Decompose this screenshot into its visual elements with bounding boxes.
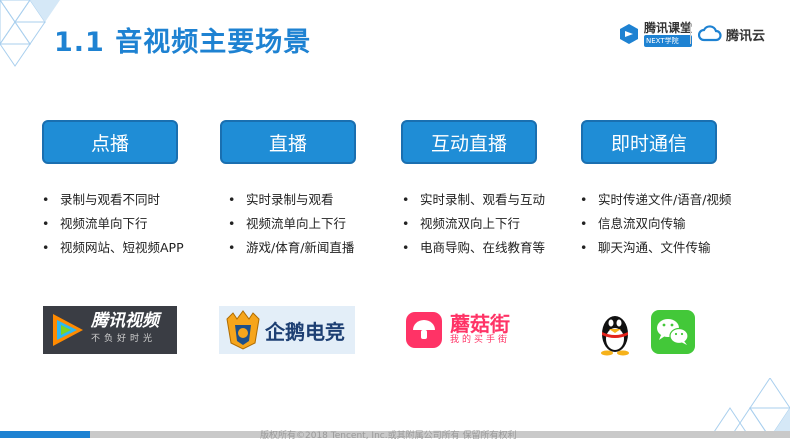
list-item: 信息流双向传输 [580, 212, 731, 236]
tencent-classroom-brand: 腾讯课堂 NEXT学院 [618, 20, 693, 47]
tencent-cloud-brand: 腾讯云 [698, 22, 765, 46]
list-item: 电商导购、在线教育等 [402, 236, 545, 260]
footer-copyright: 版权所有©2018 Tencent, Inc.或其附属公司所有 保留所有权利 [260, 431, 517, 441]
tencent-cloud-icon [698, 25, 722, 42]
tencent-classroom-tag: NEXT学院 [644, 34, 693, 47]
qq-penguin-icon [601, 316, 629, 356]
mogujie-name: 蘑菇街 [450, 312, 510, 336]
footer-accent-bar [0, 431, 90, 438]
penguin-esports-crest-icon [226, 310, 260, 350]
tencent-classroom-name: 腾讯课堂 [644, 20, 693, 35]
mogujie-logo: 蘑菇街 我的买手街 [406, 308, 536, 352]
list-item: 视频流单向下行 [42, 212, 184, 236]
page-title: 1.1 音视频主要场景 [54, 27, 312, 58]
wechat-icon [651, 310, 695, 354]
slide: 1.1 音视频主要场景 腾讯课堂 NEXT学院 腾讯云 点播 直播 互动直播 即… [0, 0, 790, 441]
tencent-cloud-name: 腾讯云 [726, 28, 766, 44]
penguin-esports-logo: 企鹅电竞 [219, 306, 355, 354]
corner-decoration-bottom-right [709, 378, 790, 438]
list-item: 聊天沟通、文件传输 [580, 236, 731, 260]
list-item: 实时传递文件/语音/视频 [580, 188, 731, 212]
mogujie-slogan: 我的买手街 [450, 335, 511, 345]
scenario-im-button[interactable]: 即时通信 [581, 120, 717, 164]
scenario-vod-button[interactable]: 点播 [42, 120, 178, 164]
list-item: 实时录制与观看 [228, 188, 354, 212]
list-item: 视频流双向上下行 [402, 212, 545, 236]
tencent-classroom-icon [620, 24, 638, 44]
tencent-video-name: 腾讯视频 [91, 311, 159, 331]
scenario-interactive-live-button[interactable]: 互动直播 [401, 120, 537, 164]
list-item: 实时录制、观看与互动 [402, 188, 545, 212]
live-feature-list: 实时录制与观看 视频流单向上下行 游戏/体育/新闻直播 [228, 188, 354, 260]
list-item: 视频流单向上下行 [228, 212, 354, 236]
im-feature-list: 实时传递文件/语音/视频 信息流双向传输 聊天沟通、文件传输 [580, 188, 731, 260]
scenario-live-button[interactable]: 直播 [220, 120, 356, 164]
interactive-live-feature-list: 实时录制、观看与互动 视频流双向上下行 电商导购、在线教育等 [402, 188, 545, 260]
list-item: 游戏/体育/新闻直播 [228, 236, 354, 260]
tencent-video-slogan: 不负好时光 [91, 334, 157, 344]
list-item: 录制与观看不同时 [42, 188, 184, 212]
vod-feature-list: 录制与观看不同时 视频流单向下行 视频网站、短视频APP [42, 188, 184, 260]
corner-decoration-top-left [0, 0, 60, 67]
tencent-video-logo: 腾讯视频 不负好时光 [43, 306, 177, 354]
mogujie-mushroom-icon [406, 312, 442, 348]
tencent-video-play-icon [53, 314, 83, 346]
penguin-esports-name: 企鹅电竞 [265, 319, 345, 344]
brand-divider [690, 24, 691, 44]
list-item: 视频网站、短视频APP [42, 236, 184, 260]
